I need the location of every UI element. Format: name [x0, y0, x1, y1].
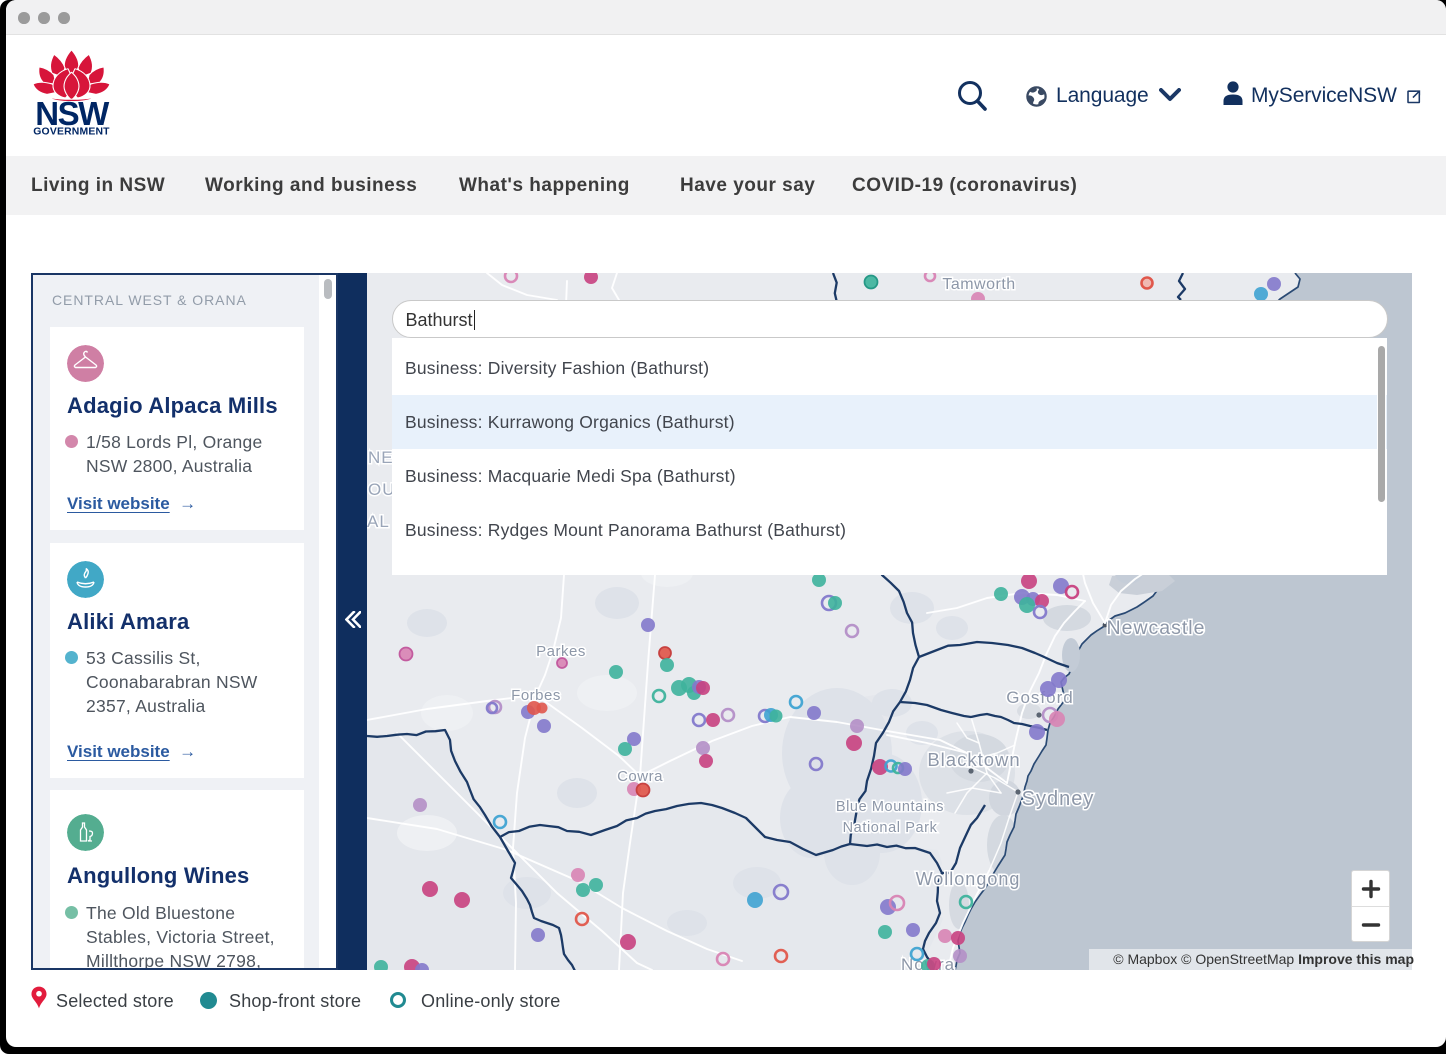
svg-text:Blacktown: Blacktown	[927, 749, 1020, 770]
svg-text:GOVERNMENT: GOVERNMENT	[33, 127, 110, 136]
svg-text:Sydney: Sydney	[1022, 788, 1095, 810]
svg-text:Wollongong: Wollongong	[916, 869, 1021, 889]
svg-text:AL: AL	[367, 512, 390, 531]
svg-text:Blue Mountains: Blue Mountains	[836, 799, 944, 815]
svg-text:Gosford: Gosford	[1006, 688, 1073, 707]
svg-text:NE: NE	[368, 448, 394, 467]
svg-text:Tamworth: Tamworth	[942, 276, 1015, 293]
svg-text:Cowra: Cowra	[617, 768, 663, 785]
svg-text:Newcastle: Newcastle	[1107, 617, 1206, 639]
svg-text:National Park: National Park	[843, 820, 938, 836]
